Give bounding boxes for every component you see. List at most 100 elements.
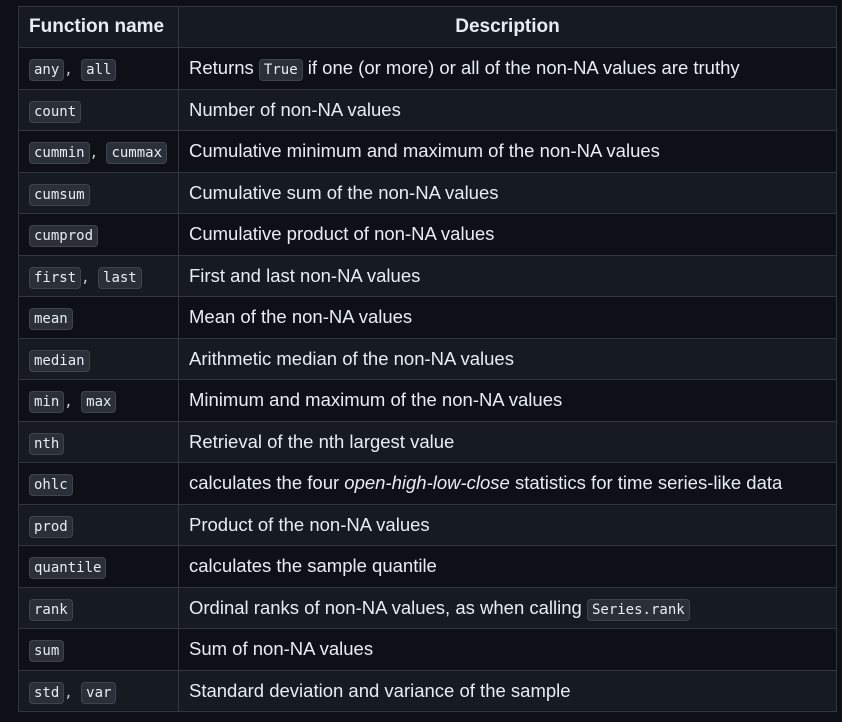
function-name-cell: quantile xyxy=(18,545,179,588)
name-separator: , xyxy=(81,269,99,286)
description-cell: Product of the non-NA values xyxy=(178,503,837,546)
table-row: rank Ordinal ranks of non-NA values, as w… xyxy=(18,586,837,629)
description-text: First and last non-NA values xyxy=(189,264,421,286)
function-name-code: cumprod xyxy=(29,225,99,248)
function-name-cell: median xyxy=(18,337,179,380)
table-row: min, max Minimum and maximum of the non-N… xyxy=(18,379,837,422)
table-body: any, all Returns True if one (or more) or… xyxy=(18,47,837,712)
description-text: statistics for time series-like data xyxy=(509,472,783,494)
function-name-cell: sum xyxy=(18,628,179,671)
description-cell: Returns True if one (or more) or all of … xyxy=(178,47,837,90)
function-name-cell: nth xyxy=(18,420,179,463)
description-text: Cumulative sum of the non-NA values xyxy=(189,181,499,203)
description-text: Cumulative minimum and maximum of the no… xyxy=(189,140,660,162)
name-separator: , xyxy=(64,684,82,701)
function-table: Function name Description any, all Return… xyxy=(18,6,837,712)
function-name-code: first xyxy=(29,266,82,289)
description-text: Product of the non-NA values xyxy=(189,513,430,535)
function-name-code: quantile xyxy=(29,557,107,580)
description-cell: Ordinal ranks of non-NA values, as when … xyxy=(178,586,837,629)
function-name-code: std xyxy=(29,681,65,704)
table-row: cumsum Cumulative sum of the non-NA value… xyxy=(18,171,837,214)
function-name-cell: first, last xyxy=(18,254,179,297)
function-name-cell: cumsum xyxy=(18,171,179,214)
header-function-name: Function name xyxy=(18,6,179,48)
function-name-cell: rank xyxy=(18,586,179,629)
description-cell: Arithmetic median of the non-NA values xyxy=(178,337,837,380)
table-row: ohlc calculates the four open-high-low-cl… xyxy=(18,462,837,505)
function-name-code: ohlc xyxy=(29,474,73,497)
function-name-cell: cumprod xyxy=(18,213,179,256)
description-cell: Mean of the non-NA values xyxy=(178,296,837,339)
emphasis-text: open-high-low-close xyxy=(344,472,510,494)
description-cell: Sum of non-NA values xyxy=(178,628,837,671)
table-row: count Number of non-NA values xyxy=(18,88,837,131)
table-row: mean Mean of the non-NA values xyxy=(18,296,837,339)
function-name-cell: prod xyxy=(18,503,179,546)
table-header-row: Function name Description xyxy=(18,6,837,48)
function-name-code: any xyxy=(29,59,65,82)
function-name-code: rank xyxy=(29,598,73,621)
function-name-code: count xyxy=(29,100,82,123)
function-name-cell: mean xyxy=(18,296,179,339)
description-cell: Number of non-NA values xyxy=(178,88,837,131)
function-name-code: var xyxy=(81,681,117,704)
description-cell: Retrieval of the nth largest value xyxy=(178,420,837,463)
function-name-code: cummin xyxy=(29,142,90,165)
table-row: cumprod Cumulative product of non-NA valu… xyxy=(18,213,837,256)
table-row: median Arithmetic median of the non-NA va… xyxy=(18,337,837,380)
inline-code: Series.rank xyxy=(586,598,690,621)
description-text: if one (or more) or all of the non-NA va… xyxy=(302,57,740,79)
name-separator: , xyxy=(64,62,82,79)
description-cell: Cumulative minimum and maximum of the no… xyxy=(178,130,837,173)
table-row: cummin, cummax Cumulative minimum and max… xyxy=(18,130,837,173)
function-name-cell: ohlc xyxy=(18,462,179,505)
description-text: Returns xyxy=(189,57,259,79)
header-description: Description xyxy=(178,6,837,48)
function-name-cell: any, all xyxy=(18,47,179,90)
description-cell: Cumulative product of non-NA values xyxy=(178,213,837,256)
function-table-container: Function name Description any, all Return… xyxy=(18,6,837,712)
description-cell: Standard deviation and variance of the s… xyxy=(178,669,837,712)
description-cell: calculates the sample quantile xyxy=(178,545,837,588)
table-row: sum Sum of non-NA values xyxy=(18,628,837,671)
function-name-cell: cummin, cummax xyxy=(18,130,179,173)
name-separator: , xyxy=(64,394,82,411)
description-text: Number of non-NA values xyxy=(189,98,401,120)
description-text: Arithmetic median of the non-NA values xyxy=(189,347,514,369)
description-text: Minimum and maximum of the non-NA values xyxy=(189,389,563,411)
table-row: nth Retrieval of the nth largest value xyxy=(18,420,837,463)
function-name-code: median xyxy=(29,349,90,372)
description-cell: Minimum and maximum of the non-NA values xyxy=(178,379,837,422)
table-row: std, var Standard deviation and variance … xyxy=(18,669,837,712)
description-text: Mean of the non-NA values xyxy=(189,306,413,328)
function-name-code: cummax xyxy=(106,142,168,165)
description-cell: calculates the four open-high-low-close … xyxy=(178,462,837,505)
description-text: calculates the four xyxy=(189,472,345,494)
function-name-cell: count xyxy=(18,88,179,131)
function-name-code: cumsum xyxy=(29,183,90,206)
description-text: Retrieval of the nth largest value xyxy=(189,430,455,452)
function-name-cell: std, var xyxy=(18,669,179,712)
function-name-code: min xyxy=(29,391,65,414)
table-row: quantile calculates the sample quantile xyxy=(18,545,837,588)
description-text: Ordinal ranks of non-NA values, as when … xyxy=(189,596,587,618)
table-row: prod Product of the non-NA values xyxy=(18,503,837,546)
description-text: calculates the sample quantile xyxy=(189,555,437,577)
function-name-code: max xyxy=(81,391,117,414)
description-cell: Cumulative sum of the non-NA values xyxy=(178,171,837,214)
description-cell: First and last non-NA values xyxy=(178,254,837,297)
table-row: first, last First and last non-NA values xyxy=(18,254,837,297)
table-row: any, all Returns True if one (or more) or… xyxy=(18,47,837,90)
description-text: Cumulative product of non-NA values xyxy=(189,223,495,245)
name-separator: , xyxy=(89,145,107,162)
inline-code: True xyxy=(258,59,303,82)
function-name-code: sum xyxy=(29,640,65,663)
description-text: Standard deviation and variance of the s… xyxy=(189,679,571,701)
function-name-cell: min, max xyxy=(18,379,179,422)
description-text: Sum of non-NA values xyxy=(189,638,374,660)
function-name-code: all xyxy=(81,59,117,82)
function-name-code: mean xyxy=(29,308,73,331)
function-name-code: last xyxy=(98,266,142,289)
function-name-code: nth xyxy=(29,432,65,455)
